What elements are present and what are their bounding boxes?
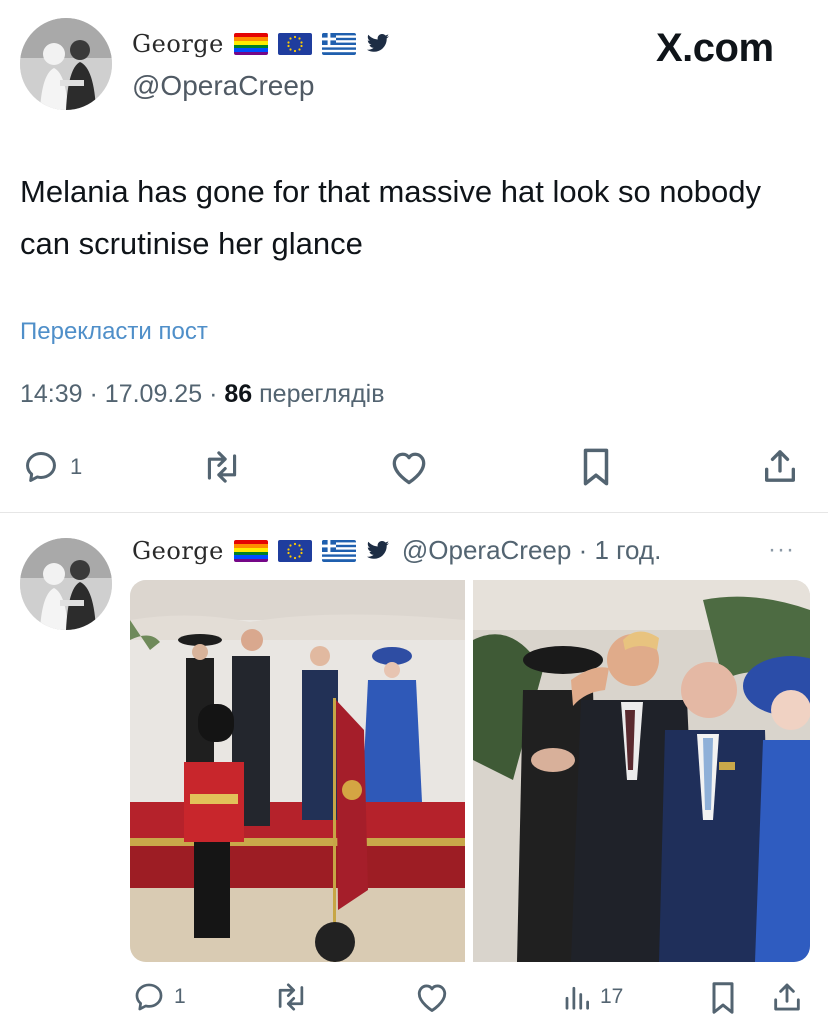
quoted-author-avatar[interactable] (20, 538, 112, 630)
quoted-author-display-name[interactable]: George (132, 537, 224, 565)
reply-icon (135, 983, 163, 1011)
repost-button[interactable] (200, 448, 244, 486)
share-button[interactable] (760, 446, 800, 486)
like-button[interactable] (388, 448, 430, 486)
like-icon (417, 984, 447, 1012)
quoted-like-button[interactable] (414, 980, 450, 1014)
analytics-icon (565, 986, 589, 1010)
twitter-bird-icon (366, 540, 390, 562)
bookmark-icon (583, 448, 609, 486)
bookmark-icon (712, 982, 734, 1014)
meta-separator: · (209, 380, 218, 408)
repost-icon (207, 451, 237, 483)
views-label: переглядів (259, 380, 385, 408)
greek-flag-icon (321, 539, 356, 562)
quoted-reply-button[interactable]: 1 (132, 980, 186, 1014)
repost-icon (278, 983, 304, 1011)
photo-salute-closeup[interactable] (473, 580, 810, 962)
views-count: 86 (224, 380, 253, 408)
reply-icon (26, 452, 56, 482)
post-text: Melania has gone for that massive hat lo… (20, 174, 762, 261)
author-display-name[interactable]: George (132, 30, 224, 58)
brand-label: X.com (656, 26, 774, 70)
post-time[interactable]: 14:39 (20, 380, 83, 408)
share-icon (765, 450, 795, 482)
reply-count: 1 (70, 454, 83, 479)
share-icon (774, 983, 800, 1011)
reply-button[interactable]: 1 (22, 448, 82, 486)
greek-flag-icon (321, 33, 356, 55)
quoted-repost-button[interactable] (272, 980, 310, 1014)
meta-separator: · (89, 380, 98, 408)
post-date[interactable]: 17.09.25 (105, 380, 202, 408)
twitter-bird-icon (366, 33, 390, 55)
photo-ceremony-wide[interactable] (130, 580, 465, 962)
quoted-reply-count: 1 (174, 985, 186, 1008)
post-meta: 14:39 · 17.09.25 · 86 переглядів (20, 380, 385, 409)
quoted-handle-time[interactable]: @OperaCreep · 1 год. (402, 535, 661, 566)
author-handle[interactable]: @OperaCreep (132, 70, 315, 102)
quoted-share-button[interactable] (770, 980, 804, 1014)
rainbow-flag-icon (233, 539, 268, 562)
author-name-row[interactable]: George (132, 30, 402, 58)
quoted-views-count: 17 (600, 985, 624, 1008)
quoted-bookmark-button[interactable] (708, 980, 738, 1016)
eu-flag-icon (277, 539, 312, 562)
eu-flag-icon (277, 33, 312, 55)
like-icon (392, 452, 426, 485)
quoted-views-button[interactable]: 17 (562, 982, 623, 1012)
post-divider (0, 512, 828, 513)
quoted-author-name-row[interactable]: George @OperaCreep · 1 год. (132, 535, 661, 566)
translate-post-link[interactable]: Перекласти пост (20, 318, 208, 346)
author-avatar[interactable] (20, 18, 112, 110)
rainbow-flag-icon (233, 33, 268, 55)
bookmark-button[interactable] (578, 446, 614, 488)
more-options-button[interactable]: ··· (768, 536, 795, 564)
